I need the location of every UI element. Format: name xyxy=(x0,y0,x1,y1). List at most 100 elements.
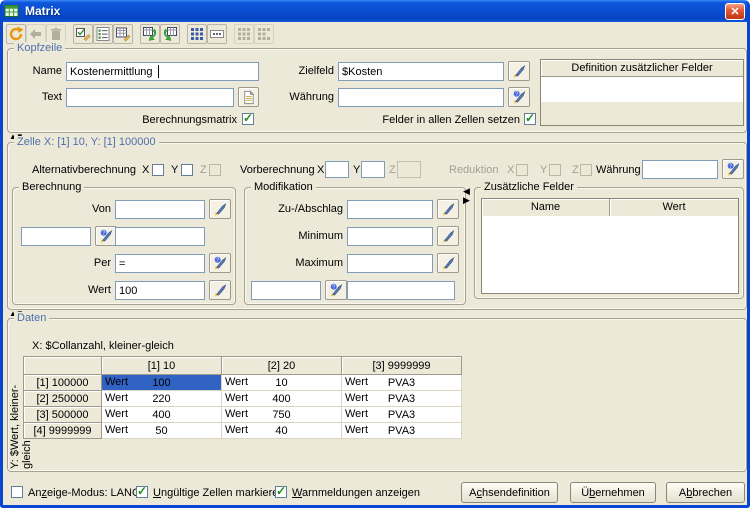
cell-selected[interactable]: Wert100 xyxy=(102,375,222,391)
maximum-label: Maximum xyxy=(245,257,343,270)
cell[interactable]: Wert400 xyxy=(102,407,222,423)
kopfzeile-group: Kopfzeile Name Zielfeld Text Währung ? B… xyxy=(7,48,747,133)
col-header[interactable]: [1] 10 xyxy=(102,357,222,375)
abbrechen-button[interactable]: Abbrechen xyxy=(666,482,745,503)
zielfeld-label: Zielfeld xyxy=(248,65,334,78)
kopf-waehrung-input[interactable] xyxy=(338,88,504,107)
cell[interactable]: Wert10 xyxy=(222,375,342,391)
modifikation-row4-right-input[interactable] xyxy=(347,281,455,300)
delete-icon xyxy=(46,24,66,44)
cell[interactable]: WertPVA3 xyxy=(342,391,462,407)
svg-text:?: ? xyxy=(102,230,105,236)
vor-x-label: X xyxy=(317,164,324,177)
zielfeld-input[interactable] xyxy=(338,62,504,81)
vor-y-input[interactable] xyxy=(361,161,385,178)
grid-disabled-icon xyxy=(234,24,254,44)
name-input[interactable] xyxy=(66,62,259,81)
berechnung-row2-left-input[interactable] xyxy=(21,227,91,246)
modifikation-row4-left-input[interactable] xyxy=(251,281,321,300)
minimum-label: Minimum xyxy=(245,230,343,243)
definition-felder-header[interactable]: Definition zusätzlicher Felder xyxy=(541,60,743,77)
col-header[interactable]: [2] 20 xyxy=(222,357,342,375)
table-row: [1] 100000 Wert100 Wert10 WertPVA3 xyxy=(24,375,462,391)
row-header[interactable]: [4] 9999999 xyxy=(24,423,102,439)
minimum-input[interactable] xyxy=(347,227,433,246)
zelle-waehrung-formula-help-icon[interactable]: ? xyxy=(722,159,744,179)
daten-table: [1] 10 [2] 20 [3] 9999999 [1] 100000 Wer… xyxy=(23,356,462,439)
edit-checkbox-icon[interactable] xyxy=(73,24,93,44)
cell[interactable]: WertPVA3 xyxy=(342,375,462,391)
cell[interactable]: Wert50 xyxy=(102,423,222,439)
per-label: Per xyxy=(13,257,111,270)
ungueltige-zellen-checkbox[interactable] xyxy=(136,486,148,498)
table-import-icon[interactable] xyxy=(140,24,160,44)
daten-header-row: [1] 10 [2] 20 [3] 9999999 xyxy=(24,357,462,375)
red-z-label: Z xyxy=(572,164,579,177)
zuabschlag-input[interactable] xyxy=(347,200,433,219)
modifikation-row4-formula-help-icon[interactable]: ? xyxy=(325,280,347,300)
per-input[interactable] xyxy=(115,254,205,273)
ellipsis-icon[interactable] xyxy=(207,24,227,44)
cell[interactable]: Wert750 xyxy=(222,407,342,423)
table-edit-icon[interactable] xyxy=(113,24,133,44)
anzeige-modus-checkbox[interactable] xyxy=(11,486,23,498)
achsendefinition-button[interactable]: Achsendefinition xyxy=(461,482,558,503)
berechnung-row2-right-input[interactable] xyxy=(115,227,205,246)
table-export-icon[interactable] xyxy=(160,24,180,44)
berechnung-row2-formula-help-icon[interactable]: ? xyxy=(95,226,117,246)
zelle-waehrung-label: Währung xyxy=(596,164,641,177)
maximum-formula-icon[interactable] xyxy=(437,253,459,273)
vor-z-label: Z xyxy=(389,164,396,177)
uebernehmen-button[interactable]: Übernehmen xyxy=(570,482,656,503)
vor-x-input[interactable] xyxy=(325,161,349,178)
cell[interactable]: WertPVA3 xyxy=(342,407,462,423)
zf-table-body xyxy=(482,216,738,293)
close-button[interactable]: ✕ xyxy=(725,3,745,20)
vorberechnung-label: Vorberechnung xyxy=(240,164,315,177)
toolbar xyxy=(3,22,747,46)
von-formula-icon[interactable] xyxy=(209,199,231,219)
kopf-waehrung-formula-help-icon[interactable]: ? xyxy=(508,87,530,107)
wert-input[interactable] xyxy=(115,281,205,300)
berechnungsmatrix-checkbox[interactable] xyxy=(242,113,254,125)
zelle-waehrung-input[interactable] xyxy=(642,160,718,179)
maximum-input[interactable] xyxy=(347,254,433,273)
list-icon[interactable] xyxy=(93,24,113,44)
cell[interactable]: Wert400 xyxy=(222,391,342,407)
svg-text:?: ? xyxy=(216,257,219,263)
name-label: Name xyxy=(8,65,62,78)
alt-z-checkbox xyxy=(209,164,221,176)
row-header[interactable]: [2] 250000 xyxy=(24,391,102,407)
zielfeld-formula-icon[interactable] xyxy=(508,61,530,81)
definition-felder-list xyxy=(541,77,743,102)
row-header[interactable]: [1] 100000 xyxy=(24,375,102,391)
felder-in-zellen-checkbox[interactable] xyxy=(524,113,536,125)
minimum-formula-icon[interactable] xyxy=(437,226,459,246)
cell[interactable]: Wert220 xyxy=(102,391,222,407)
grid-disabled-icon-2 xyxy=(254,24,274,44)
refresh-icon[interactable] xyxy=(6,24,26,44)
corner-cell[interactable] xyxy=(24,357,102,375)
alt-x-checkbox[interactable] xyxy=(152,164,164,176)
von-input[interactable] xyxy=(115,200,205,219)
titlebar[interactable]: Matrix ✕ xyxy=(0,0,750,22)
row-header[interactable]: [3] 500000 xyxy=(24,407,102,423)
zusaetzliche-felder-title: Zusätzliche Felder xyxy=(481,181,577,194)
cell[interactable]: Wert40 xyxy=(222,423,342,439)
zusatz-collapse-left-icon[interactable]: ◀▶ xyxy=(463,187,469,205)
cell[interactable]: WertPVA3 xyxy=(342,423,462,439)
zf-col-name[interactable]: Name xyxy=(482,199,610,216)
text-input[interactable] xyxy=(66,88,234,107)
zuabschlag-formula-icon[interactable] xyxy=(437,199,459,219)
alt-y-checkbox[interactable] xyxy=(181,164,193,176)
back-arrow-icon xyxy=(26,24,46,44)
grid-icon[interactable] xyxy=(187,24,207,44)
per-formula-help-icon[interactable]: ? xyxy=(209,253,231,273)
wert-formula-icon[interactable] xyxy=(209,280,231,300)
zf-col-wert[interactable]: Wert xyxy=(610,199,738,216)
warnmeldungen-checkbox[interactable] xyxy=(275,486,287,498)
von-label: Von xyxy=(13,203,111,216)
alternativberechnung-label: Alternativberechnung xyxy=(32,164,136,177)
col-header[interactable]: [3] 9999999 xyxy=(342,357,462,375)
table-row: [3] 500000 Wert400 Wert750 WertPVA3 xyxy=(24,407,462,423)
